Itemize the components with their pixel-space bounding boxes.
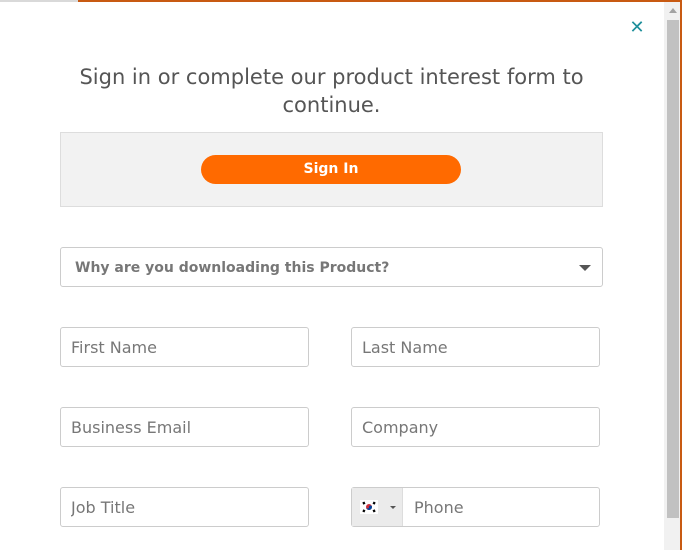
first-name-field[interactable] xyxy=(60,327,309,367)
last-name-input[interactable] xyxy=(352,328,587,366)
last-name-field[interactable] xyxy=(351,327,600,367)
top-accent-bar-light xyxy=(0,0,78,2)
job-title-field[interactable] xyxy=(60,487,309,527)
scrollbar-thumb[interactable] xyxy=(667,20,679,518)
phone-input[interactable] xyxy=(404,488,599,526)
modal-title: Sign in or complete our product interest… xyxy=(79,65,584,117)
company-input[interactable] xyxy=(352,408,587,446)
signin-panel: Sign In xyxy=(60,132,603,207)
job-title-input[interactable] xyxy=(61,488,296,526)
business-email-input[interactable] xyxy=(61,408,296,446)
first-name-input[interactable] xyxy=(61,328,296,366)
download-reason-label: Why are you downloading this Product? xyxy=(75,260,390,276)
south-korea-flag-icon xyxy=(360,500,378,514)
chevron-down-icon xyxy=(579,265,591,271)
sign-in-button[interactable]: Sign In xyxy=(201,155,461,184)
company-field[interactable] xyxy=(351,407,600,447)
download-reason-select[interactable]: Why are you downloading this Product? xyxy=(60,247,603,287)
top-accent-bar xyxy=(0,0,682,2)
caret-down-icon xyxy=(390,506,396,509)
country-code-dropdown[interactable] xyxy=(352,488,403,526)
close-icon[interactable]: ✕ xyxy=(629,19,645,37)
business-email-field[interactable] xyxy=(60,407,309,447)
scroll-up-icon[interactable] xyxy=(669,8,677,13)
phone-field[interactable] xyxy=(351,487,600,527)
